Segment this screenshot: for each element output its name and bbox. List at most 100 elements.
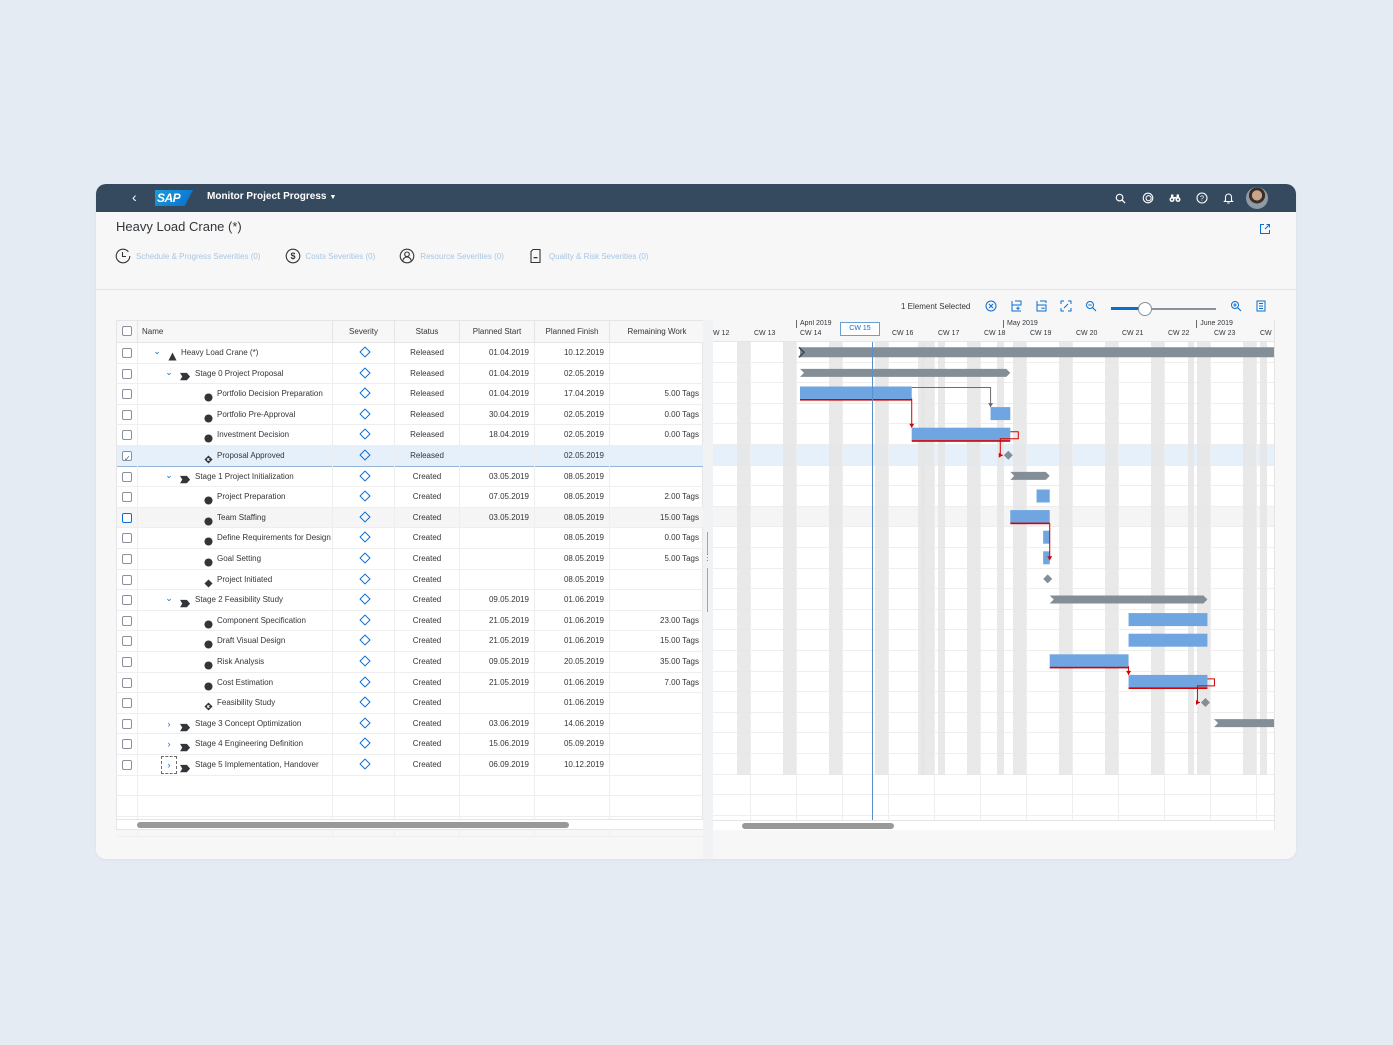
task-name[interactable]: Feasibility Study: [217, 693, 275, 714]
task-name[interactable]: Cost Estimation: [217, 673, 273, 694]
task-name[interactable]: Team Staffing: [217, 508, 266, 529]
user-avatar[interactable]: [1246, 187, 1268, 209]
pane-splitter[interactable]: · · ·: [703, 320, 713, 859]
diamond-icon[interactable]: [359, 511, 371, 523]
task-name[interactable]: Stage 0 Project Proposal: [195, 364, 284, 385]
column-header-status[interactable]: Status: [395, 321, 460, 343]
row-checkbox[interactable]: [122, 657, 132, 667]
diamond-icon[interactable]: [359, 366, 371, 379]
scrollbar-thumb[interactable]: [742, 823, 894, 829]
task-bar[interactable]: [1010, 510, 1050, 524]
table-row[interactable]: Draft Visual Design Created 21.05.2019 01.0…: [117, 631, 704, 652]
diamond-icon[interactable]: [359, 737, 371, 750]
zoom-slider[interactable]: [1111, 302, 1216, 316]
row-checkbox[interactable]: [122, 760, 132, 770]
phase-summary-bar[interactable]: [1049, 595, 1208, 604]
table-row[interactable]: ⌄ Stage 2 Feasibility Study Created 09.05.2…: [117, 590, 704, 611]
table-horizontal-scrollbar[interactable]: [117, 819, 704, 829]
row-checkbox[interactable]: [122, 533, 132, 544]
diamond-icon[interactable]: [359, 758, 371, 770]
task-name[interactable]: Project Preparation: [217, 487, 285, 508]
milestone-marker[interactable]: [1200, 698, 1210, 707]
task-name[interactable]: Project Initiated: [217, 570, 272, 591]
table-row[interactable]: › Stage 5 Implementation, Handover Created…: [117, 755, 704, 776]
row-checkbox[interactable]: [122, 471, 132, 482]
chevron-right-icon[interactable]: ›: [162, 734, 176, 755]
task-name[interactable]: Stage 5 Implementation, Handover: [195, 755, 319, 776]
diamond-icon[interactable]: [359, 490, 371, 502]
task-bar[interactable]: [1049, 654, 1129, 668]
diamond-icon[interactable]: [359, 614, 371, 626]
diamond-icon[interactable]: [359, 428, 371, 441]
diamond-icon[interactable]: [359, 387, 371, 399]
row-checkbox[interactable]: [122, 574, 132, 585]
task-name[interactable]: Risk Analysis: [217, 652, 264, 673]
task-name[interactable]: Draft Visual Design: [217, 631, 285, 652]
table-row[interactable]: Team Staffing Created 03.05.2019 08.05.2019…: [117, 507, 704, 529]
task-name[interactable]: Proposal Approved: [217, 446, 285, 467]
task-bar[interactable]: [1036, 489, 1050, 503]
task-bar[interactable]: [800, 386, 912, 400]
row-checkbox[interactable]: [122, 718, 132, 729]
column-header-name[interactable]: Name: [138, 321, 333, 343]
row-checkbox[interactable]: [122, 512, 132, 523]
row-checkbox[interactable]: [122, 449, 132, 467]
table-row[interactable]: Feasibility Study Created 01.06.2019: [117, 693, 704, 714]
phase-summary-bar[interactable]: [800, 368, 1011, 377]
task-name[interactable]: Heavy Load Crane (*): [181, 343, 258, 364]
table-row[interactable]: Investment Decision Released 18.04.2019 02.…: [117, 425, 704, 446]
diamond-icon[interactable]: [359, 449, 371, 461]
back-button[interactable]: ‹: [132, 189, 137, 205]
task-name[interactable]: Goal Setting: [217, 549, 261, 570]
table-row[interactable]: Project Preparation Created 07.05.2019 08.0…: [117, 487, 704, 508]
task-name[interactable]: Portfolio Decision Preparation: [217, 384, 323, 405]
table-row[interactable]: › Stage 3 Concept Optimization Created 03.0…: [117, 713, 704, 735]
current-week-marker[interactable]: CW 15: [840, 322, 880, 336]
chevron-down-icon[interactable]: ⌄: [150, 343, 164, 359]
row-checkbox[interactable]: [122, 430, 132, 441]
notification-bell-icon[interactable]: [1215, 184, 1242, 212]
tab-quality-risk-severities[interactable]: Quality & Risk Severities (0): [528, 248, 648, 264]
row-checkbox[interactable]: [122, 739, 132, 750]
diamond-icon[interactable]: [359, 469, 371, 482]
row-checkbox[interactable]: [122, 368, 132, 379]
share-icon[interactable]: [1258, 222, 1272, 236]
table-row[interactable]: ⌄ Heavy Load Crane (*) Released 01.04.2019 1…: [117, 343, 704, 364]
task-name[interactable]: Stage 3 Concept Optimization: [195, 714, 301, 735]
row-checkbox[interactable]: [122, 677, 132, 688]
row-checkbox[interactable]: [122, 615, 132, 626]
milestone-marker[interactable]: [1043, 574, 1053, 584]
diamond-icon[interactable]: [359, 655, 371, 667]
chevron-right-icon[interactable]: ›: [162, 714, 176, 735]
gantt-horizontal-scrollbar[interactable]: [713, 820, 1274, 830]
task-name[interactable]: Stage 1 Project Initialization: [195, 467, 294, 488]
tab-schedule-severities[interactable]: Schedule & Progress Severities (0): [115, 248, 261, 264]
task-bar[interactable]: [1128, 674, 1208, 688]
row-checkbox[interactable]: [122, 389, 132, 400]
diamond-icon[interactable]: [359, 552, 371, 564]
table-row[interactable]: ⌄ Stage 0 Project Proposal Released 01.04.2…: [117, 363, 704, 385]
table-row[interactable]: Risk Analysis Created 09.05.2019 20.05.2019…: [117, 652, 704, 673]
table-row[interactable]: Cost Estimation Created 21.05.2019 01.06.20…: [117, 672, 704, 694]
zoom-out-icon[interactable]: [1085, 300, 1097, 312]
help-icon[interactable]: ?: [1188, 184, 1215, 212]
scrollbar-thumb[interactable]: [137, 822, 569, 828]
milestone-marker[interactable]: [1003, 450, 1013, 460]
task-name[interactable]: Component Specification: [217, 611, 306, 632]
slider-handle[interactable]: [1137, 302, 1152, 316]
search-icon[interactable]: [1107, 184, 1134, 212]
app-title-menu[interactable]: Monitor Project Progress ▼: [207, 191, 336, 202]
tab-resource-severities[interactable]: Resource Severities (0): [399, 248, 504, 264]
table-row[interactable]: Goal Setting Created 08.05.2019 5.00 Tags: [117, 549, 704, 570]
table-row[interactable]: Proposal Approved Released 02.05.2019: [117, 446, 704, 467]
table-row[interactable]: ⌄ Stage 1 Project Initialization Created 03…: [117, 466, 704, 488]
row-checkbox[interactable]: [122, 698, 132, 709]
diamond-icon[interactable]: [359, 593, 371, 605]
column-header-planned-start[interactable]: Planned Start: [460, 321, 535, 343]
column-header-remaining-work[interactable]: Remaining Work: [610, 321, 704, 343]
task-name[interactable]: Portfolio Pre-Approval: [217, 405, 295, 426]
chevron-down-icon[interactable]: ⌄: [162, 590, 176, 606]
diamond-icon[interactable]: [359, 717, 371, 729]
collapse-all-icon[interactable]: [1035, 300, 1047, 312]
settings-icon[interactable]: [1255, 300, 1267, 312]
